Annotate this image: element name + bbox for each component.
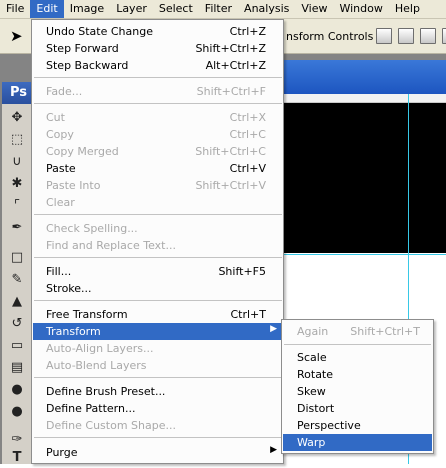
menu-item-copy[interactable]: Copy Ctrl+C: [33, 126, 283, 143]
menu-separator: [34, 214, 282, 215]
eyedropper-icon[interactable]: ✒: [6, 218, 28, 238]
menu-item-step-backward[interactable]: Step Backward Alt+Ctrl+Z: [33, 57, 283, 74]
eraser-icon[interactable]: ▭: [6, 336, 28, 356]
lasso-icon[interactable]: ∪: [6, 152, 28, 172]
clone-stamp-icon[interactable]: ▲: [6, 292, 28, 312]
menu-item-auto-align-layers[interactable]: Auto-Align Layers...: [33, 340, 283, 357]
tools-panel-tab[interactable]: Ps: [2, 82, 32, 104]
menu-separator: [34, 437, 282, 438]
menu-item-cut[interactable]: Cut Ctrl+X: [33, 109, 283, 126]
transform-controls-label[interactable]: nsform Controls: [286, 30, 373, 43]
dodge-icon[interactable]: ●: [6, 402, 28, 422]
menu-item-stroke[interactable]: Stroke...: [33, 280, 283, 297]
menu-item-free-transform[interactable]: Free Transform Ctrl+T: [33, 306, 283, 323]
menu-item-check-spelling[interactable]: Check Spelling...: [33, 220, 283, 237]
menu-image[interactable]: Image: [64, 0, 110, 18]
blur-icon[interactable]: ●: [6, 380, 28, 400]
edit-menu: Undo State Change Ctrl+Z Step Forward Sh…: [31, 19, 284, 464]
menu-separator: [34, 377, 282, 378]
crop-icon[interactable]: ⌜: [6, 196, 28, 216]
submenu-arrow-icon: ▶: [270, 324, 277, 334]
menu-edit[interactable]: Edit: [30, 0, 64, 18]
pen-icon[interactable]: ✑: [6, 430, 28, 450]
align-left-icon[interactable]: [442, 28, 446, 44]
align-buttons: [376, 28, 446, 44]
document-titlebar[interactable]: [284, 60, 446, 94]
healing-brush-icon[interactable]: □: [6, 248, 28, 268]
submenu-item-perspective[interactable]: Perspective: [283, 417, 432, 434]
menu-item-auto-blend-layers[interactable]: Auto-Blend Layers: [33, 357, 283, 374]
magic-wand-icon[interactable]: ✱: [6, 174, 28, 194]
horizontal-guide[interactable]: [284, 254, 446, 255]
document-ruler: [284, 94, 446, 103]
menu-help[interactable]: Help: [389, 0, 426, 18]
marquee-icon[interactable]: ⬚: [6, 130, 28, 150]
transform-submenu: Again Shift+Ctrl+T Scale Rotate Skew Dis…: [281, 319, 434, 454]
menu-separator: [34, 103, 282, 104]
menu-item-undo-state-change[interactable]: Undo State Change Ctrl+Z: [33, 23, 283, 40]
menu-item-define-pattern[interactable]: Define Pattern...: [33, 400, 283, 417]
submenu-item-rotate[interactable]: Rotate: [283, 366, 432, 383]
menu-separator: [34, 77, 282, 78]
menu-item-define-brush-preset[interactable]: Define Brush Preset...: [33, 383, 283, 400]
menu-separator: [284, 344, 431, 345]
menu-bar: File Edit Image Layer Select Filter Anal…: [0, 0, 446, 19]
menu-item-clear[interactable]: Clear: [33, 194, 283, 211]
menu-item-step-forward[interactable]: Step Forward Shift+Ctrl+Z: [33, 40, 283, 57]
menu-item-fade[interactable]: Fade... Shift+Ctrl+F: [33, 83, 283, 100]
align-middle-icon[interactable]: [398, 28, 414, 44]
menu-item-define-custom-shape[interactable]: Define Custom Shape...: [33, 417, 283, 434]
menu-layer[interactable]: Layer: [110, 0, 153, 18]
gradient-icon[interactable]: ▤: [6, 358, 28, 378]
menu-view[interactable]: View: [295, 0, 333, 18]
submenu-item-warp[interactable]: Warp: [283, 434, 432, 451]
submenu-item-skew[interactable]: Skew: [283, 383, 432, 400]
menu-item-transform[interactable]: Transform ▶: [33, 323, 283, 340]
align-bottom-icon[interactable]: [420, 28, 436, 44]
black-layer-fill: [284, 103, 446, 253]
menu-item-purge[interactable]: Purge ▶: [33, 444, 283, 461]
submenu-item-scale[interactable]: Scale: [283, 349, 432, 366]
brush-icon[interactable]: ✎: [6, 270, 28, 290]
menu-separator: [34, 300, 282, 301]
menu-item-paste[interactable]: Paste Ctrl+V: [33, 160, 283, 177]
menu-item-find-and-replace-text[interactable]: Find and Replace Text...: [33, 237, 283, 254]
history-brush-icon[interactable]: ↺: [6, 314, 28, 334]
menu-select[interactable]: Select: [153, 0, 199, 18]
menu-file[interactable]: File: [0, 0, 30, 18]
submenu-item-again[interactable]: Again Shift+Ctrl+T: [283, 323, 432, 340]
menu-separator: [34, 257, 282, 258]
move-tool-icon[interactable]: ➤: [10, 26, 30, 46]
type-icon[interactable]: T: [6, 448, 28, 468]
move-icon[interactable]: ✥: [6, 108, 28, 128]
submenu-item-distort[interactable]: Distort: [283, 400, 432, 417]
menu-item-copy-merged[interactable]: Copy Merged Shift+Ctrl+C: [33, 143, 283, 160]
menu-item-fill[interactable]: Fill... Shift+F5: [33, 263, 283, 280]
align-top-icon[interactable]: [376, 28, 392, 44]
menu-window[interactable]: Window: [333, 0, 388, 18]
menu-filter[interactable]: Filter: [199, 0, 238, 18]
menu-analysis[interactable]: Analysis: [238, 0, 295, 18]
menu-item-paste-into[interactable]: Paste Into Shift+Ctrl+V: [33, 177, 283, 194]
submenu-arrow-icon: ▶: [270, 445, 277, 455]
